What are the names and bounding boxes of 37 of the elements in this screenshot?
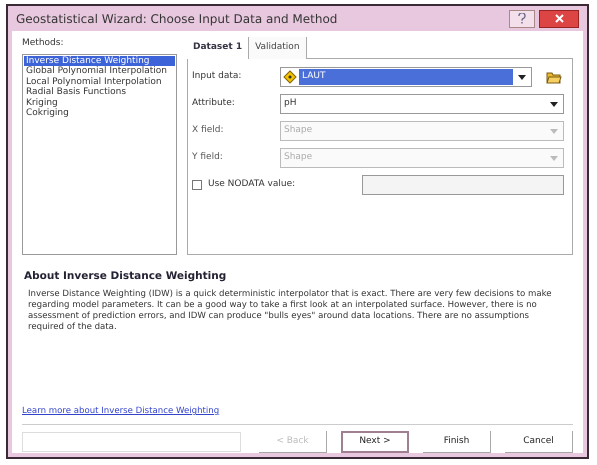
field-value: pH xyxy=(283,97,298,110)
folder-icon xyxy=(546,70,562,84)
field-value: LAUT xyxy=(299,69,513,86)
method-item[interactable]: Cokriging xyxy=(24,108,175,119)
caret-icon xyxy=(550,102,558,107)
point-layer-icon xyxy=(283,70,297,84)
help-button[interactable] xyxy=(509,10,535,28)
about-description: Inverse Distance Weighting (IDW) is a quick deterministic interpolator that is exact. There are very few decisions to make regarding model parameters. It can be a good way to take a first look at an interpolated surface. However, there is no assessment of prediction errors, and IDW can produce "bulls eyes" around data locations. There are no assumptions required of the data. xyxy=(27,288,553,333)
method-item[interactable]: Kriging xyxy=(24,98,175,108)
caret-icon xyxy=(518,74,526,80)
wizard-button[interactable]: Finish xyxy=(423,431,491,453)
tab[interactable]: Dataset 1 xyxy=(187,36,250,59)
window-title: Geostatistical Wizard: Choose Input Data and Method xyxy=(16,10,338,28)
field-value: Shape xyxy=(283,151,314,164)
close-icon xyxy=(554,14,564,24)
field-value: Shape xyxy=(283,124,314,138)
dropdown-field[interactable]: LAUT xyxy=(280,67,532,88)
method-item[interactable]: Global Polynomial Interpolation xyxy=(24,66,175,77)
method-item[interactable]: Local Polynomial Interpolation xyxy=(24,76,175,88)
field-label: X field: xyxy=(192,124,224,138)
tab[interactable]: Validation xyxy=(249,36,307,59)
field-label: Attribute: xyxy=(192,97,236,110)
field-label: Y field: xyxy=(192,151,224,164)
caret-icon xyxy=(550,156,558,161)
method-item[interactable]: Inverse Distance Weighting xyxy=(24,56,175,66)
help-icon xyxy=(518,13,526,24)
dropdown-field[interactable]: pH xyxy=(280,94,564,114)
caret-icon xyxy=(550,128,558,134)
learn-more-link[interactable]: Learn more about Inverse Distance Weighting xyxy=(22,405,220,418)
field-label: Input data: xyxy=(192,70,242,84)
wizard-button[interactable]: Cancel xyxy=(505,431,573,453)
wizard-button[interactable]: Next > xyxy=(341,431,409,453)
close-button[interactable] xyxy=(539,10,579,28)
about-heading: About Inverse Distance Weighting xyxy=(24,269,228,284)
methods-label: Methods: xyxy=(22,37,64,50)
nodata-checkbox[interactable]: Use NODATA value: xyxy=(192,178,362,192)
method-item[interactable]: Radial Basis Functions xyxy=(24,87,175,98)
